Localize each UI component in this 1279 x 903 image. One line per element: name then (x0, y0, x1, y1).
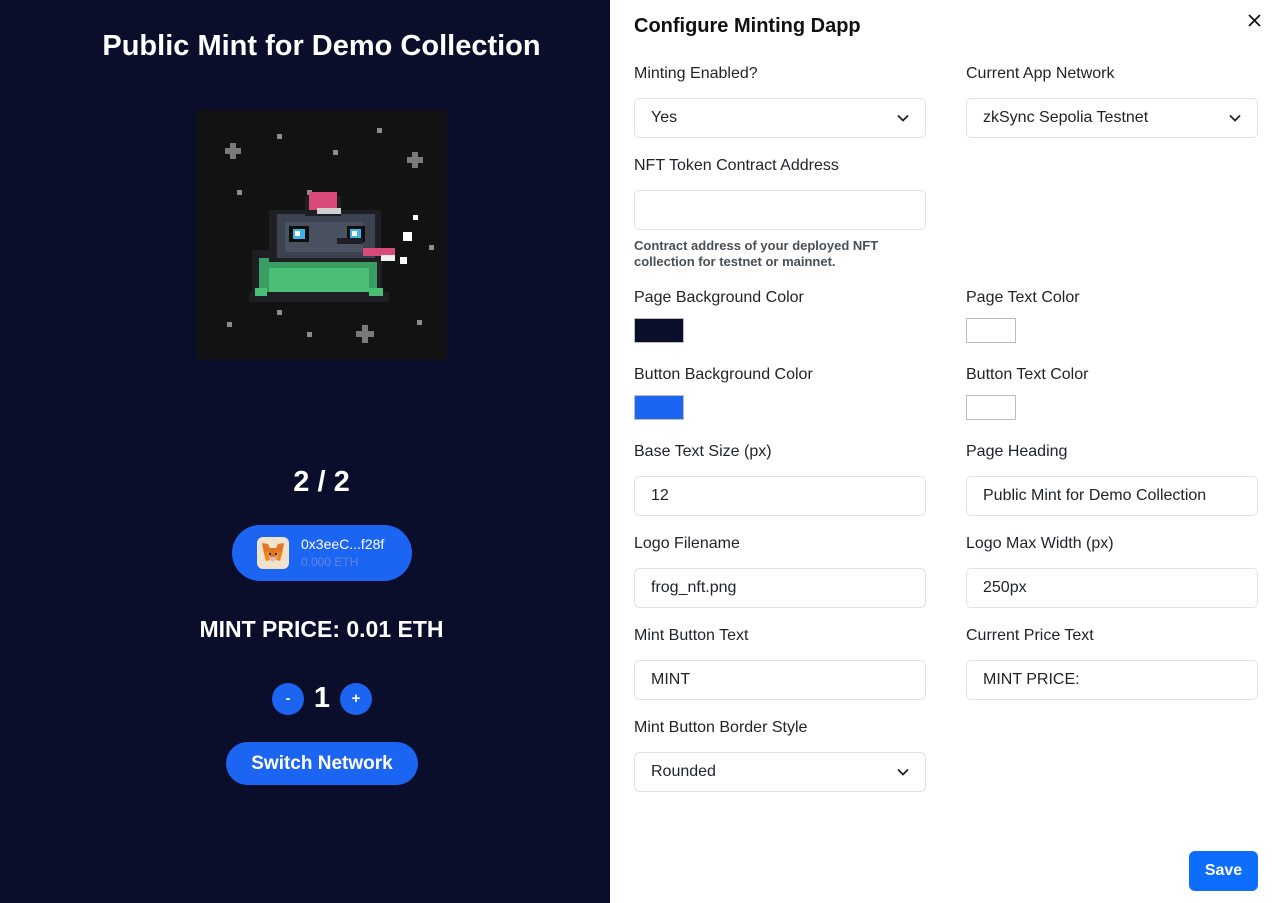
page-bg-color-label: Page Background Color (634, 289, 804, 306)
button-text-color-field: Button Text Color (966, 366, 1258, 420)
border-style-field: Mint Button Border Style Rounded (634, 719, 926, 792)
close-button[interactable] (1244, 10, 1264, 30)
current-price-text-label: Current Price Text (966, 627, 1094, 644)
logo-max-width-label: Logo Max Width (px) (966, 535, 1114, 552)
frog-nft-image (197, 110, 447, 360)
button-bg-color-picker[interactable] (634, 395, 684, 420)
base-text-size-input[interactable]: 12 (634, 476, 926, 516)
logo-max-width-input[interactable]: 250px (966, 568, 1258, 608)
logo-filename-input[interactable]: frog_nft.png (634, 568, 926, 608)
switch-network-button[interactable]: Switch Network (226, 742, 418, 785)
border-style-value: Rounded (651, 763, 716, 780)
mint-counter: 2 / 2 (293, 466, 350, 498)
save-button[interactable]: Save (1189, 851, 1258, 891)
mint-button-text-field: Mint Button Text MINT (634, 627, 926, 700)
chevron-down-icon (897, 768, 909, 776)
button-bg-color-field: Button Background Color (634, 366, 926, 420)
minting-enabled-value: Yes (651, 109, 678, 126)
increment-button[interactable]: + (340, 682, 372, 715)
current-price-text-input[interactable]: MINT PRICE: (966, 660, 1258, 700)
network-value: zkSync Sepolia Testnet (983, 109, 1149, 126)
logo-max-width-field: Logo Max Width (px) 250px (966, 535, 1258, 608)
contract-address-field: NFT Token Contract Address Contract addr… (634, 157, 926, 270)
minting-enabled-field: Minting Enabled? Yes (634, 65, 926, 138)
logo-filename-label: Logo Filename (634, 535, 740, 552)
page-heading-label: Page Heading (966, 443, 1068, 460)
page-bg-color-field: Page Background Color (634, 289, 926, 343)
logo-filename-field: Logo Filename frog_nft.png (634, 535, 926, 608)
button-text-color-picker[interactable] (966, 395, 1016, 420)
page-text-color-picker[interactable] (966, 318, 1016, 343)
border-style-label: Mint Button Border Style (634, 719, 808, 736)
mint-preview: Public Mint for Demo Collection 2 / 2 0x… (0, 0, 610, 903)
network-select[interactable]: zkSync Sepolia Testnet (966, 98, 1258, 138)
chevron-down-icon (1229, 114, 1241, 122)
wallet-address: 0x3eeC...f28f (301, 535, 385, 552)
page-text-color-field: Page Text Color (966, 289, 1258, 343)
button-text-color-label: Button Text Color (966, 366, 1089, 383)
base-text-size-label: Base Text Size (px) (634, 443, 772, 460)
page-heading-input[interactable]: Public Mint for Demo Collection (966, 476, 1258, 516)
wallet-button[interactable]: 0x3eeC...f28f 0.000 ETH (232, 525, 412, 581)
close-icon (1247, 13, 1261, 27)
network-label: Current App Network (966, 65, 1115, 82)
quantity-value: 1 (313, 682, 331, 714)
contract-address-help: Contract address of your deployed NFT co… (634, 238, 879, 269)
decrement-button[interactable]: - (272, 682, 304, 715)
panel-title: Configure Minting Dapp (634, 15, 861, 37)
current-price-text-field: Current Price Text MINT PRICE: (966, 627, 1258, 700)
minting-enabled-label: Minting Enabled? (634, 65, 758, 82)
page-text-color-label: Page Text Color (966, 289, 1080, 306)
quantity-stepper: - 1 + (272, 682, 372, 715)
button-bg-color-label: Button Background Color (634, 366, 813, 383)
config-panel: Configure Minting Dapp Minting Enabled? … (610, 0, 1279, 903)
mint-button-text-label: Mint Button Text (634, 627, 749, 644)
metamask-fox-icon (257, 537, 289, 569)
page-bg-color-picker[interactable] (634, 318, 684, 343)
mint-button-text-input[interactable]: MINT (634, 660, 926, 700)
page-heading-field: Page Heading Public Mint for Demo Collec… (966, 443, 1258, 516)
border-style-select[interactable]: Rounded (634, 752, 926, 792)
wallet-balance: 0.000 ETH (301, 555, 359, 570)
nft-logo-image (197, 110, 447, 360)
minting-enabled-select[interactable]: Yes (634, 98, 926, 138)
mint-price: MINT PRICE: 0.01 ETH (199, 616, 444, 642)
network-field: Current App Network zkSync Sepolia Testn… (966, 65, 1258, 138)
page-heading: Public Mint for Demo Collection (102, 30, 541, 62)
base-text-size-field: Base Text Size (px) 12 (634, 443, 926, 516)
chevron-down-icon (897, 114, 909, 122)
contract-address-input[interactable] (634, 190, 926, 230)
contract-address-label: NFT Token Contract Address (634, 157, 839, 174)
